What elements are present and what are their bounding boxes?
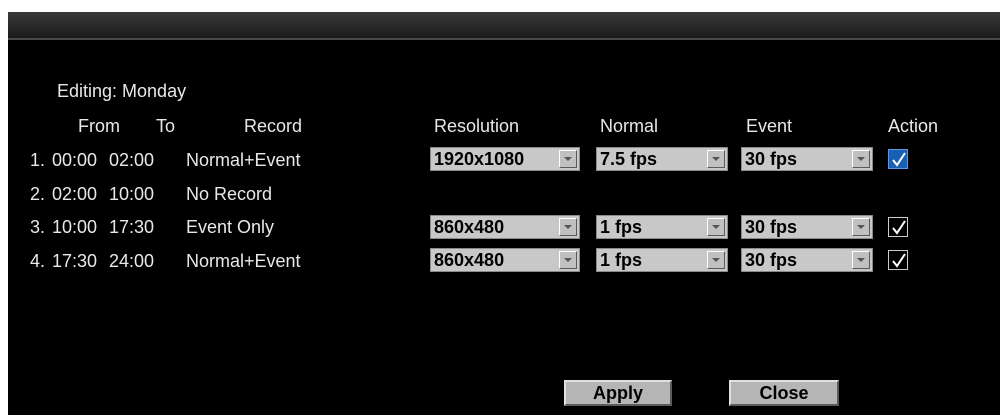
row-number: 1. (30, 150, 46, 170)
schedule-dialog: Editing: Monday From To Record Resolutio… (8, 12, 1000, 415)
resolution-select[interactable]: 860x480 (430, 215, 580, 239)
title-bar (8, 12, 1000, 40)
row-number: 3. (30, 217, 46, 237)
normal-fps-value: 7.5 fps (600, 149, 658, 169)
resolution-value: 1920x1080 (434, 149, 525, 169)
event-fps-value: 30 fps (745, 250, 798, 270)
row-record-mode[interactable]: Normal+Event (186, 250, 301, 272)
event-fps-select[interactable]: 30 fps (741, 147, 873, 171)
dropdown-arrow-icon[interactable] (559, 251, 577, 269)
dropdown-arrow-icon[interactable] (559, 150, 577, 168)
row-to: 17:30 (109, 217, 155, 237)
row-from: 02:00 (52, 184, 98, 204)
row-to: 02:00 (109, 150, 155, 170)
normal-fps-select[interactable]: 7.5 fps (596, 147, 728, 171)
row-record-mode[interactable]: Event Only (186, 216, 274, 238)
header-record: Record (244, 116, 303, 136)
apply-button[interactable]: Apply (564, 380, 672, 406)
header-resolution: Resolution (434, 116, 520, 136)
dropdown-arrow-icon[interactable] (852, 218, 870, 236)
dropdown-arrow-icon[interactable] (707, 251, 725, 269)
normal-fps-select[interactable]: 1 fps (596, 248, 728, 272)
normal-fps-value: 1 fps (600, 250, 643, 270)
header-to: To (156, 116, 176, 136)
editing-label: Editing: Monday (57, 81, 187, 101)
row-from: 17:30 (52, 251, 98, 271)
resolution-value: 860x480 (434, 250, 505, 270)
resolution-select[interactable]: 860x480 (430, 248, 580, 272)
row-number: 4. (30, 251, 46, 271)
row-to: 24:00 (109, 251, 155, 271)
action-checkbox[interactable] (888, 217, 908, 237)
dropdown-arrow-icon[interactable] (707, 218, 725, 236)
row-record-mode[interactable]: Normal+Event (186, 149, 301, 171)
event-fps-select[interactable]: 30 fps (741, 248, 873, 272)
row-number: 2. (30, 184, 46, 204)
event-fps-value: 30 fps (745, 217, 798, 237)
row-to: 10:00 (109, 184, 155, 204)
dropdown-arrow-icon[interactable] (852, 150, 870, 168)
resolution-select[interactable]: 1920x1080 (430, 147, 580, 171)
header-normal: Normal (600, 116, 659, 136)
action-checkbox[interactable] (888, 250, 908, 270)
dropdown-arrow-icon[interactable] (852, 251, 870, 269)
event-fps-value: 30 fps (745, 149, 798, 169)
checkmark-icon (892, 220, 906, 235)
header-from: From (78, 116, 120, 136)
dropdown-arrow-icon[interactable] (559, 218, 577, 236)
action-checkbox[interactable] (888, 149, 908, 169)
resolution-value: 860x480 (434, 217, 505, 237)
dropdown-arrow-icon[interactable] (707, 150, 725, 168)
checkmark-icon (892, 152, 906, 167)
checkmark-icon (892, 253, 906, 268)
normal-fps-value: 1 fps (600, 217, 643, 237)
row-record-mode[interactable]: No Record (186, 183, 272, 205)
header-action: Action (888, 116, 939, 136)
row-from: 00:00 (52, 150, 98, 170)
row-from: 10:00 (52, 217, 98, 237)
event-fps-select[interactable]: 30 fps (741, 215, 873, 239)
normal-fps-select[interactable]: 1 fps (596, 215, 728, 239)
header-event: Event (746, 116, 793, 136)
close-button[interactable]: Close (729, 380, 839, 406)
